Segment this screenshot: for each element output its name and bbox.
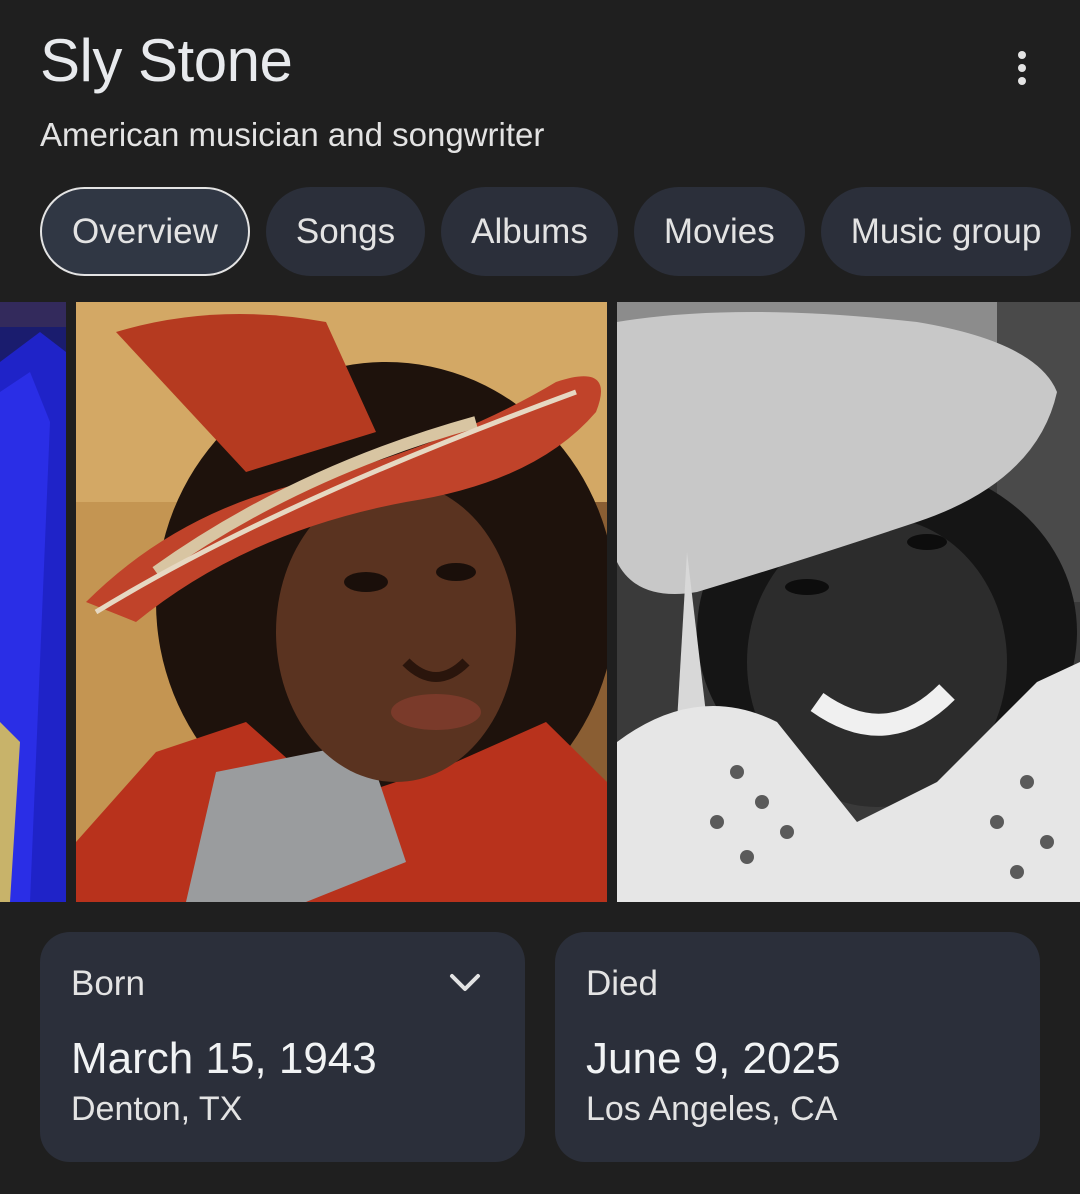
born-date: March 15, 1943 [71,1034,377,1083]
tab-bar: Overview Songs Albums Movies Music group [40,187,1080,277]
gallery-image-2[interactable] [76,302,607,902]
gallery-image-1[interactable] [0,302,66,902]
image-gallery [0,302,1080,902]
more-vert-icon [1018,51,1026,59]
died-date: June 9, 2025 [586,1034,841,1083]
died-label: Died [586,964,658,1003]
tab-movies[interactable]: Movies [633,187,805,276]
tab-overview[interactable]: Overview [40,187,250,276]
tab-music-group[interactable]: Music group [820,187,1072,276]
more-options-button[interactable] [1002,42,1042,94]
tab-songs[interactable]: Songs [265,187,426,276]
more-vert-icon-dot [1018,64,1026,72]
died-card[interactable]: Died June 9, 2025 Los Angeles, CA [555,932,1040,1162]
page-subtitle: American musician and songwriter [40,116,545,153]
chevron-down-icon[interactable] [449,972,481,994]
tab-albums[interactable]: Albums [441,187,618,276]
born-card[interactable]: Born March 15, 1943 Denton, TX [40,932,525,1162]
page-title: Sly Stone [40,27,293,94]
died-place: Los Angeles, CA [586,1090,838,1128]
born-place: Denton, TX [71,1090,243,1128]
born-label: Born [71,964,145,1003]
gallery-image-3[interactable] [617,302,1080,902]
more-vert-icon-dot [1018,77,1026,85]
